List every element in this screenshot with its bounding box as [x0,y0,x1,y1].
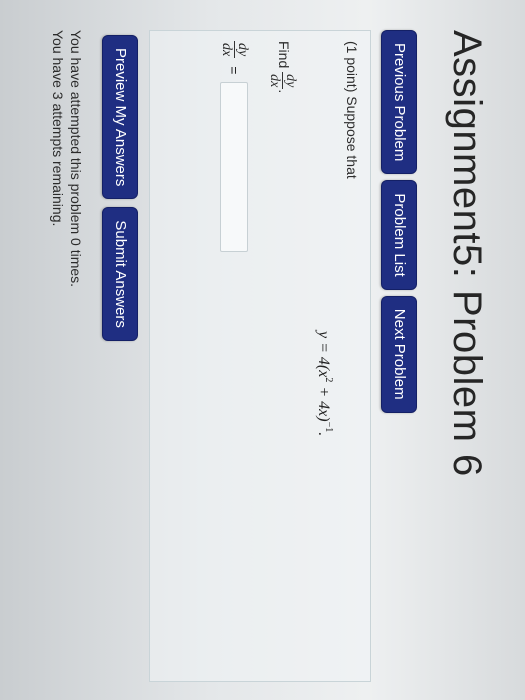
screen: Assignment5: Problem 6 Previous Problem … [0,0,525,700]
problem-intro: (1 point) Suppose that [344,41,360,179]
find-period: . [275,89,292,94]
answer-derivative-numerator: dy [234,41,250,59]
equation-end: . [315,432,332,437]
find-label: Find [275,41,292,69]
previous-problem-button[interactable]: Previous Problem [381,30,417,175]
find-instruction: Find dy dx . [267,41,298,93]
derivative-numerator: dy [282,72,298,90]
equation-lhs: y = 4(x [315,331,332,378]
attempt-status: You have attempted this problem 0 times.… [49,30,85,287]
derivative-denominator: dx [267,74,282,88]
submit-answers-button[interactable]: Submit Answers [102,207,138,341]
answer-row: dy dx = [219,41,250,253]
next-problem-button[interactable]: Next Problem [381,295,417,413]
problem-navigation: Previous Problem Problem List Next Probl… [381,30,417,413]
problem-panel: (1 point) Suppose that y = 4(x2 + 4x)−1.… [149,30,371,682]
page-title: Assignment5: Problem 6 [445,30,489,477]
attempted-count-text: You have attempted this problem 0 times. [68,30,84,288]
answer-actions: Preview My Answers Submit Answers [102,35,138,341]
attempts-remaining-text: You have 3 attempts remaining. [50,30,66,227]
answer-derivative-fraction: dy dx [219,41,250,59]
problem-list-button[interactable]: Problem List [381,180,417,290]
answer-input[interactable] [220,82,249,253]
problem-equation: y = 4(x2 + 4x)−1. [314,331,334,436]
equation-exponent-minus-1: −1 [323,421,334,433]
preview-answers-button[interactable]: Preview My Answers [102,35,138,200]
answer-derivative-denominator: dx [219,43,234,57]
answer-equals: = [226,66,243,75]
equation-middle: + 4x) [315,382,332,422]
problem-page: Assignment5: Problem 6 Previous Problem … [0,0,525,700]
derivative-fraction: dy dx [267,72,298,90]
